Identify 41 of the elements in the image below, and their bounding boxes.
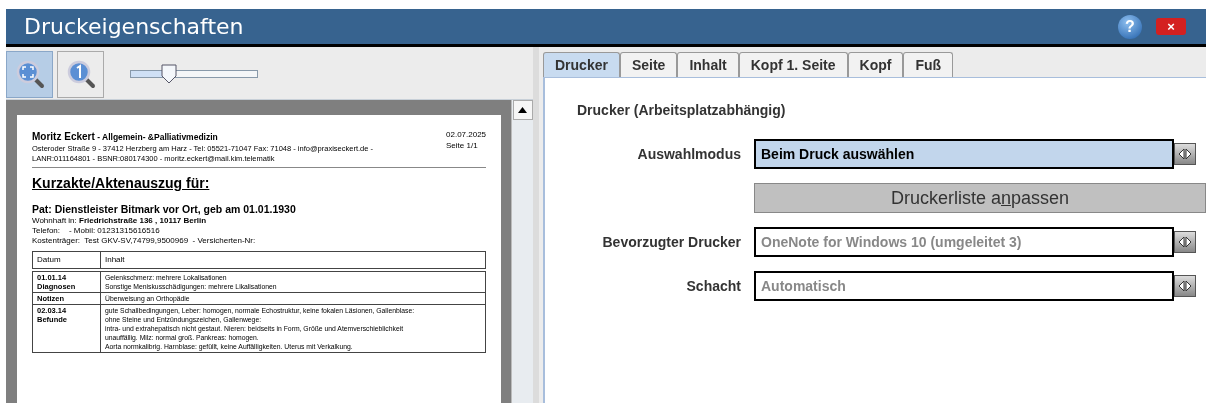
up-arrow-icon <box>518 107 528 113</box>
select-field[interactable]: Automatisch <box>754 271 1174 301</box>
tab[interactable]: Fuß <box>903 52 954 77</box>
window-title: Druckeigenschaften <box>24 13 245 41</box>
spinner-buttons[interactable] <box>1174 275 1196 297</box>
tab[interactable]: Inhalt <box>677 52 739 77</box>
patient-detail: Wohnhaft in: Friedrichstraße 136 , 10117 Berlin <box>32 216 208 226</box>
patient-detail: Telefon: - Mobil: 01231315616516 <box>32 226 161 236</box>
zoom-fit-icon <box>14 59 45 89</box>
doctor-name: Moritz Eckert <box>32 130 95 144</box>
field-label: Schacht <box>685 276 742 296</box>
zoom-actual-size-icon <box>65 59 96 89</box>
adjust-printer-list-button[interactable]: Druckerliste anpassen <box>754 183 1206 213</box>
doctor-specialty: - Allgemein- &Palliativmedizin <box>96 131 218 144</box>
select-field[interactable]: OneNote for Windows 10 (umgeleitet 3) <box>754 227 1174 257</box>
zoom-button[interactable] <box>57 50 104 98</box>
left-right-arrows-icon <box>1177 279 1193 293</box>
column-header: Datum <box>32 251 101 269</box>
spinner-buttons[interactable] <box>1174 231 1196 253</box>
scroll-up-button[interactable] <box>512 100 533 120</box>
document-title: Kurzakte/Aktenauszug für: <box>32 174 211 193</box>
section-title: Drucker (Arbeitsplatzabhängig) <box>577 101 787 120</box>
slider-thumb[interactable] <box>159 64 178 84</box>
zoom-button[interactable] <box>6 50 53 98</box>
tab[interactable]: Drucker <box>543 52 620 77</box>
patient-line: Pat: Dienstleister Bitmark vor Ort, geb am 01.01.1930 <box>32 203 297 216</box>
tab[interactable]: Kopf 1. Seite <box>738 52 848 77</box>
tab[interactable]: Seite <box>619 52 678 77</box>
field-label: Auswahlmodus <box>636 144 742 164</box>
close-button[interactable]: × <box>1156 18 1186 35</box>
column-header: Inhalt <box>100 251 486 269</box>
patient-detail: Kostenträger: Test GKV-SV,74799,9500969 - Versicherten-Nr: <box>32 236 257 246</box>
tab[interactable]: Kopf <box>847 52 904 77</box>
left-right-arrows-icon <box>1177 147 1193 161</box>
field-label: Bevorzugter Drucker <box>601 232 742 252</box>
vertical-scrollbar[interactable] <box>511 100 534 403</box>
select-field[interactable]: Beim Druck auswählen <box>754 139 1174 169</box>
spinner-buttons[interactable] <box>1174 143 1196 165</box>
print-date: 02.07.2025 <box>446 129 487 140</box>
left-right-arrows-icon <box>1177 235 1193 249</box>
page-number: Seite 1/1 <box>446 140 478 151</box>
